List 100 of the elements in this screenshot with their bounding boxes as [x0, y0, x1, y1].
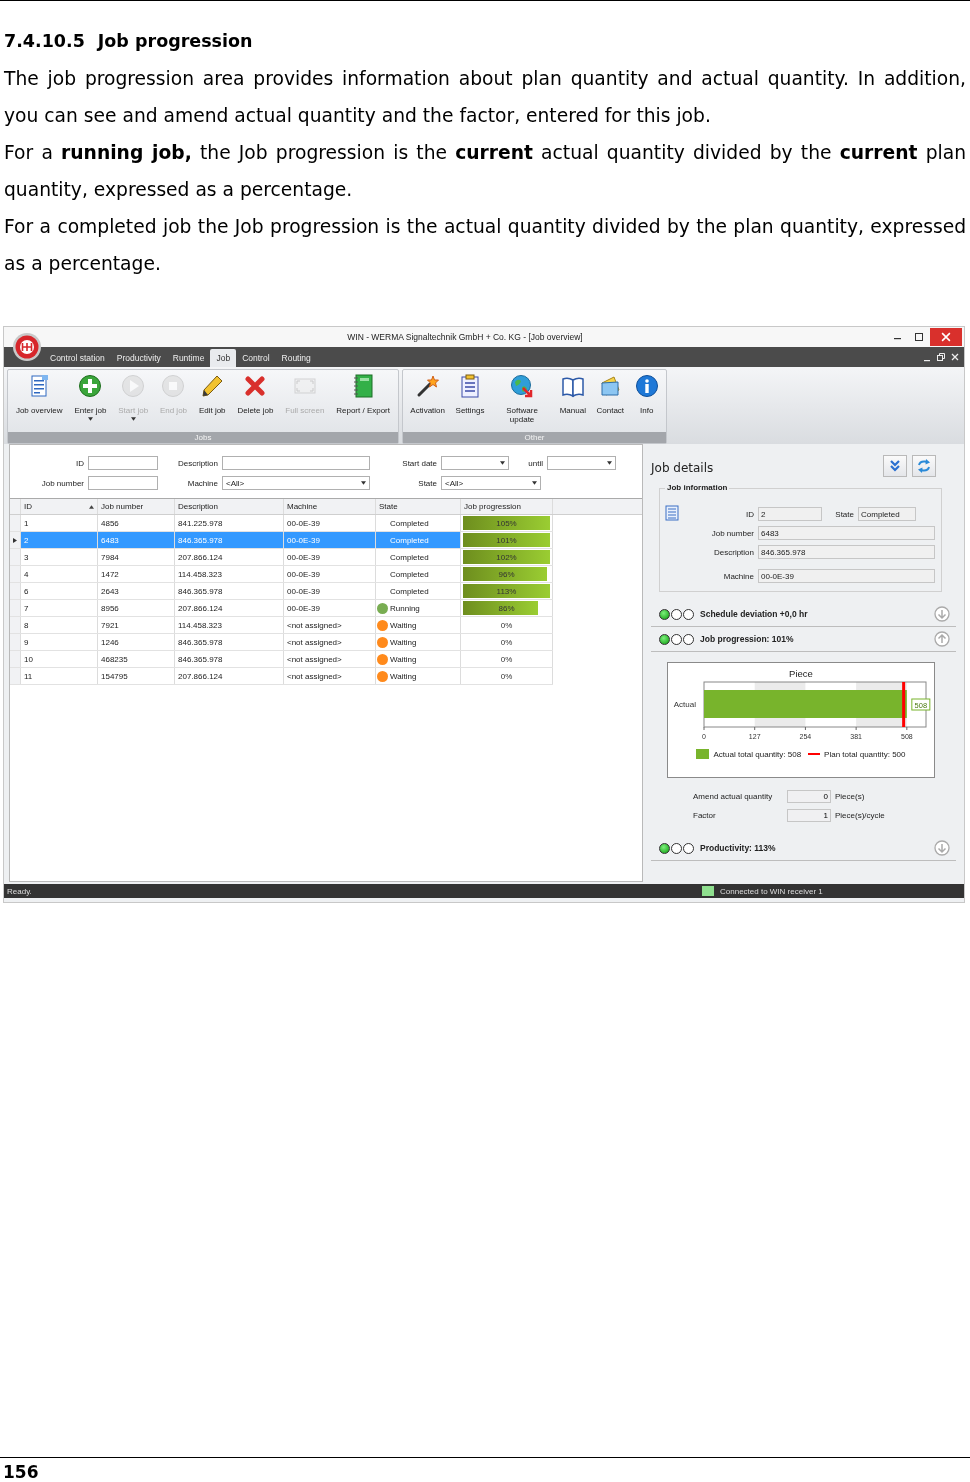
toolbar-button[interactable]: Software update	[494, 372, 551, 432]
table-cell: 7	[21, 600, 98, 616]
field-label: Machine	[722, 571, 754, 581]
table-row[interactable]: 2 6483 846.365.978 00-0E-39 Completed 101%	[10, 532, 553, 549]
table-cell: 1	[21, 515, 98, 531]
section-header[interactable]: Schedule deviation +0,0 hr	[651, 602, 956, 627]
column-header[interactable]: Description	[175, 499, 284, 514]
expand-button[interactable]	[883, 455, 907, 477]
toolbar-button[interactable]: Delete job	[236, 372, 275, 432]
input-field[interactable]: 0	[787, 790, 831, 803]
table-row[interactable]: 4 1472 114.458.323 00-0E-39 Completed 96%	[10, 566, 553, 583]
table-row[interactable]: 1 4856 841.225.978 00-0E-39 Completed 105%	[10, 515, 553, 532]
table-cell: <not assigned>	[284, 617, 376, 633]
field-label: Job number	[710, 528, 754, 538]
caret-icon	[130, 417, 136, 421]
dropdown[interactable]: <All>	[222, 476, 370, 490]
column-header[interactable]: Machine	[284, 499, 376, 514]
column-header[interactable]: State	[376, 499, 461, 514]
ribbon-tab[interactable]: Control	[236, 349, 276, 367]
book-icon	[560, 374, 585, 398]
table-cell: Waiting	[390, 620, 417, 630]
dropdown[interactable]: <All>	[441, 476, 541, 490]
paragraph: For a running job, the Job progression is the current actual quantity divided by the current plan quantity, expressed as a percentage.	[4, 141, 966, 202]
table-row[interactable]: 3 7984 207.866.124 00-0E-39 Completed 102%	[10, 549, 553, 566]
panel-title: Job details	[651, 460, 715, 475]
toolbar-button[interactable]: Job overview	[14, 372, 64, 432]
unit-label: Piece(s)	[835, 792, 865, 801]
pencil-icon	[200, 374, 225, 398]
input-field[interactable]	[88, 476, 158, 490]
table-cell: 9	[21, 634, 98, 650]
section-header[interactable]: Job progression: 101%	[651, 627, 956, 652]
table-cell: 00-0E-39	[284, 583, 376, 599]
section-heading: Job progression	[97, 30, 253, 53]
progress-text: 0%	[500, 637, 513, 647]
info-icon	[634, 374, 659, 398]
ribbon-tab[interactable]: Job	[210, 349, 237, 367]
double-chevron-icon	[888, 459, 902, 473]
progress-text: 102%	[496, 552, 517, 562]
notebook-icon	[351, 374, 376, 398]
legend-swatch	[696, 749, 710, 759]
table-cell: 1246	[98, 634, 175, 650]
unit-label: Piece(s)/cycle	[835, 811, 885, 820]
collapse-icon[interactable]	[934, 631, 950, 647]
toolbar-button[interactable]: Enter job	[73, 372, 108, 432]
toolbar-button[interactable]: Report / Export	[335, 372, 391, 432]
ribbon-tab[interactable]: Routing	[275, 349, 317, 367]
field-label: State	[834, 509, 854, 519]
table-cell: 4	[21, 566, 98, 582]
input-field[interactable]	[88, 456, 158, 470]
table-cell: 207.866.124	[175, 600, 284, 616]
table-cell: 207.866.124	[175, 549, 284, 565]
toolbar-button[interactable]: Manual	[558, 372, 587, 432]
expand-icon[interactable]	[934, 606, 950, 622]
field-label: Amend actual quantity	[693, 792, 774, 801]
wand-icon	[415, 374, 440, 398]
ribbon-tab[interactable]: Productivity	[110, 349, 167, 367]
table-cell: 10	[21, 651, 98, 667]
progress-text: 96%	[498, 569, 515, 579]
close-button[interactable]	[930, 328, 962, 346]
delete-icon	[243, 374, 268, 398]
table-cell: 1472	[98, 566, 175, 582]
toolbar-button[interactable]: Info	[633, 372, 660, 432]
dropdown[interactable]	[547, 456, 616, 470]
progress-text: 0%	[500, 671, 513, 681]
column-header[interactable]: Job progression	[461, 499, 553, 514]
table-cell: Running	[390, 603, 420, 613]
table-cell: 2643	[98, 583, 175, 599]
table-row[interactable]: 9 1246 846.365.978 <not assigned> Waiting 0%	[10, 634, 553, 651]
table-cell: 846.365.978	[175, 532, 284, 548]
ribbon-tab[interactable]: Control station	[44, 349, 111, 367]
table-cell: Waiting	[390, 637, 417, 647]
dropdown[interactable]	[441, 456, 509, 470]
table-row[interactable]: 11 154795 207.866.124 <not assigned> Waiting 0%	[10, 668, 553, 685]
table-row[interactable]: 6 2643 846.365.978 00-0E-39 Completed 113%	[10, 583, 553, 600]
table-row[interactable]: 7 8956 207.866.124 00-0E-39 Running 86%	[10, 600, 553, 617]
toolbar-button[interactable]: Contact	[595, 372, 626, 432]
column-header[interactable]: Job number	[98, 499, 175, 514]
y-axis-label: Actual	[673, 700, 696, 709]
paragraph: The job progression area provides information about plan quantity and actual quantity. In addition, you can see and amend actual quantity and the factor, entered for this job.	[4, 67, 966, 128]
input-field[interactable]	[222, 456, 370, 470]
progress-text: 0%	[500, 654, 513, 664]
table-row[interactable]: 10 468235 846.365.978 <not assigned> Waiting 0%	[10, 651, 553, 668]
table-cell: 6483	[98, 532, 175, 548]
table-row[interactable]: 8 7921 114.458.323 <not assigned> Waiting 0%	[10, 617, 553, 634]
table-cell: 6	[21, 583, 98, 599]
expand-icon[interactable]	[934, 840, 950, 856]
progress-text: 0%	[500, 620, 513, 630]
section-title: Productivity: 113%	[700, 843, 777, 853]
column-header[interactable]: ID	[21, 499, 98, 514]
table-cell: 00-0E-39	[284, 549, 376, 565]
input-field[interactable]: 1	[787, 809, 831, 822]
close-icon[interactable]	[950, 352, 960, 362]
toolbar-button[interactable]: Activation	[409, 372, 446, 432]
table-cell: 11	[21, 668, 98, 684]
toolbar-button[interactable]: Edit job	[197, 372, 227, 432]
section-header[interactable]: Productivity: 113%	[651, 836, 956, 861]
refresh-button[interactable]	[912, 455, 936, 477]
restore-icon[interactable]	[936, 352, 946, 362]
ribbon-tab[interactable]: Runtime	[166, 349, 211, 367]
toolbar-button[interactable]: Settings	[454, 372, 486, 432]
